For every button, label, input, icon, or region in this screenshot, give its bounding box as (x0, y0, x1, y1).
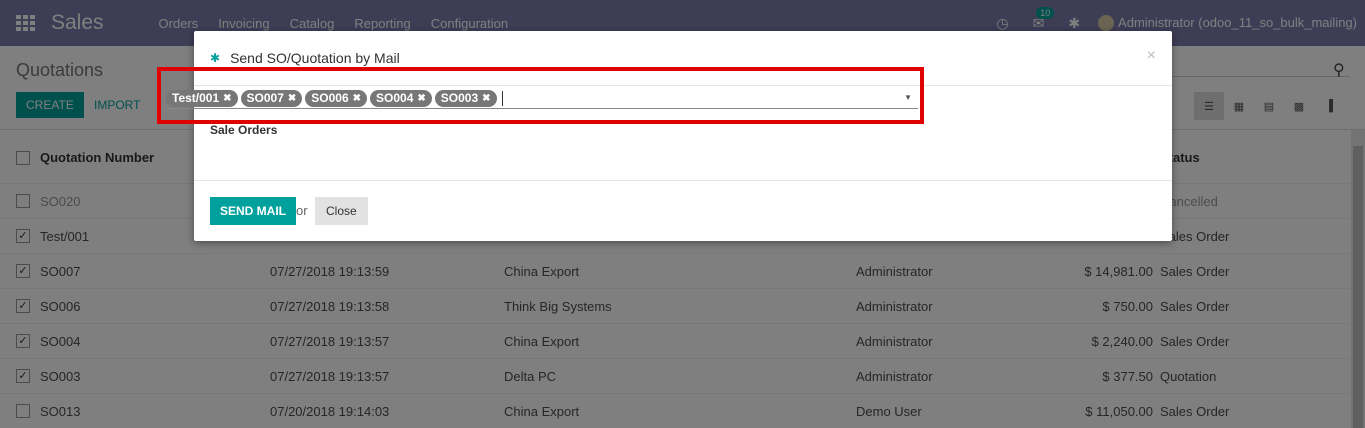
sale-orders-tag-input[interactable]: Test/001 ✖ SO007 ✖ SO006 ✖ SO004 ✖ SO003 ✖ ▼ (166, 88, 918, 109)
dialog-footer: SEND MAIL or Close (194, 181, 1172, 240)
close-button[interactable]: Close (315, 197, 368, 225)
order-tag-label: Test/001 (172, 91, 220, 105)
remove-tag-icon[interactable]: ✖ (223, 93, 231, 104)
order-tag[interactable]: Test/001 ✖ (166, 89, 238, 107)
order-tag-label: SO007 (246, 91, 284, 105)
bug-icon: ✱ (210, 51, 221, 65)
send-mail-dialog: ✱ Send SO/Quotation by Mail × Sale Order… (194, 31, 1172, 241)
sale-orders-label: Sale Orders (210, 123, 278, 137)
text-cursor (501, 90, 503, 106)
remove-tag-icon[interactable]: ✖ (288, 93, 296, 104)
order-tag[interactable]: SO004 ✖ (370, 89, 432, 107)
order-tag-label: SO004 (376, 91, 414, 105)
or-text: or (296, 203, 308, 218)
order-tag[interactable]: SO007 ✖ (240, 89, 303, 107)
remove-tag-icon[interactable]: ✖ (353, 93, 361, 104)
remove-tag-icon[interactable]: ✖ (417, 93, 425, 104)
order-tag-label: SO003 (440, 91, 479, 105)
order-tag-label: SO006 (311, 91, 349, 105)
order-tag[interactable]: SO003 ✖ (434, 89, 497, 107)
send-mail-button[interactable]: SEND MAIL (210, 197, 296, 225)
dropdown-caret-icon[interactable]: ▼ (904, 93, 912, 102)
order-tag[interactable]: SO006 ✖ (305, 89, 368, 107)
close-icon[interactable]: × (1147, 47, 1156, 65)
dialog-title: Send SO/Quotation by Mail (230, 50, 400, 66)
remove-tag-icon[interactable]: ✖ (482, 93, 490, 104)
